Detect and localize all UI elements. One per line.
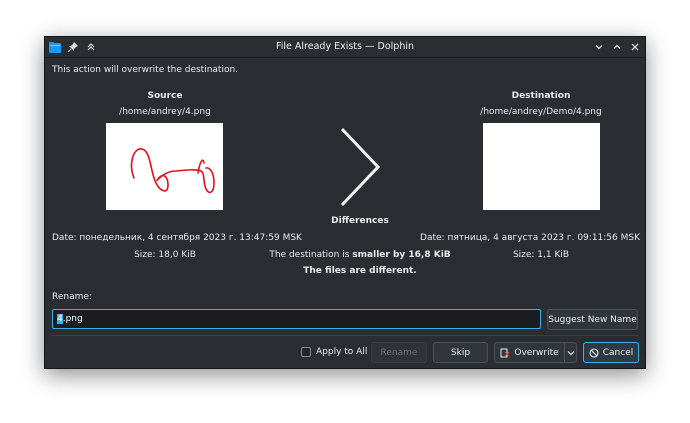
suggest-new-name-button[interactable]: Suggest New Name bbox=[547, 309, 638, 330]
destination-heading: Destination bbox=[511, 91, 571, 101]
arrow-right-icon bbox=[340, 127, 381, 207]
rename-label: Rename: bbox=[52, 292, 92, 302]
overwrite-icon bbox=[500, 348, 510, 357]
size-difference-amount: smaller by 16,8 KiB bbox=[352, 250, 451, 260]
chevron-down-icon bbox=[567, 350, 574, 355]
apply-to-all-checkbox[interactable] bbox=[301, 347, 311, 357]
overwrite-menu-button[interactable] bbox=[564, 342, 577, 363]
rename-button-label: Rename bbox=[380, 347, 418, 358]
differences-heading: Differences bbox=[331, 216, 389, 226]
skip-button[interactable]: Skip bbox=[433, 342, 488, 363]
size-difference: The destination is smaller by 16,8 KiB bbox=[260, 250, 460, 260]
source-thumbnail[interactable] bbox=[106, 123, 223, 210]
cancel-button[interactable]: Cancel bbox=[583, 342, 639, 363]
suggest-new-name-label: Suggest New Name bbox=[548, 314, 637, 325]
maximize-icon[interactable] bbox=[611, 41, 623, 53]
overwrite-button-label: Overwrite bbox=[514, 347, 559, 358]
minimize-icon[interactable] bbox=[593, 41, 605, 53]
close-icon[interactable] bbox=[629, 41, 641, 53]
skip-button-label: Skip bbox=[450, 347, 471, 358]
title-bar: File Already Exists — Dolphin bbox=[45, 37, 645, 58]
size-difference-prefix: The destination is bbox=[269, 250, 353, 260]
destination-path: /home/andrey/Demo/4.png bbox=[480, 107, 602, 117]
rename-input[interactable]: 4 .png bbox=[52, 309, 541, 329]
destination-date: Date: пятница, 4 августа 2023 г. 09:11:5… bbox=[420, 233, 640, 243]
source-sketch-image bbox=[130, 148, 215, 194]
cancel-button-label: Cancel bbox=[602, 347, 634, 358]
separator bbox=[52, 335, 638, 336]
rename-button[interactable]: Rename bbox=[371, 342, 427, 363]
overwrite-button[interactable]: Overwrite bbox=[494, 342, 565, 363]
destination-size: Size: 1,1 KiB bbox=[512, 250, 570, 260]
window-title: File Already Exists — Dolphin bbox=[276, 41, 414, 52]
source-size: Size: 18,0 KiB bbox=[134, 250, 196, 260]
source-date: Date: понедельник, 4 сентября 2023 г. 13… bbox=[52, 233, 302, 243]
destination-thumbnail[interactable] bbox=[483, 123, 600, 210]
cancel-icon bbox=[589, 347, 599, 358]
rename-input-extension: .png bbox=[62, 314, 83, 324]
dialog-window: File Already Exists — Dolphin This actio… bbox=[44, 36, 646, 369]
files-different-note: The files are different. bbox=[303, 266, 417, 276]
source-path: /home/andrey/4.png bbox=[119, 107, 211, 117]
source-heading: Source bbox=[147, 91, 183, 101]
apply-to-all-label[interactable]: Apply to All bbox=[316, 347, 367, 357]
warning-message: This action will overwrite the destinati… bbox=[52, 65, 239, 75]
